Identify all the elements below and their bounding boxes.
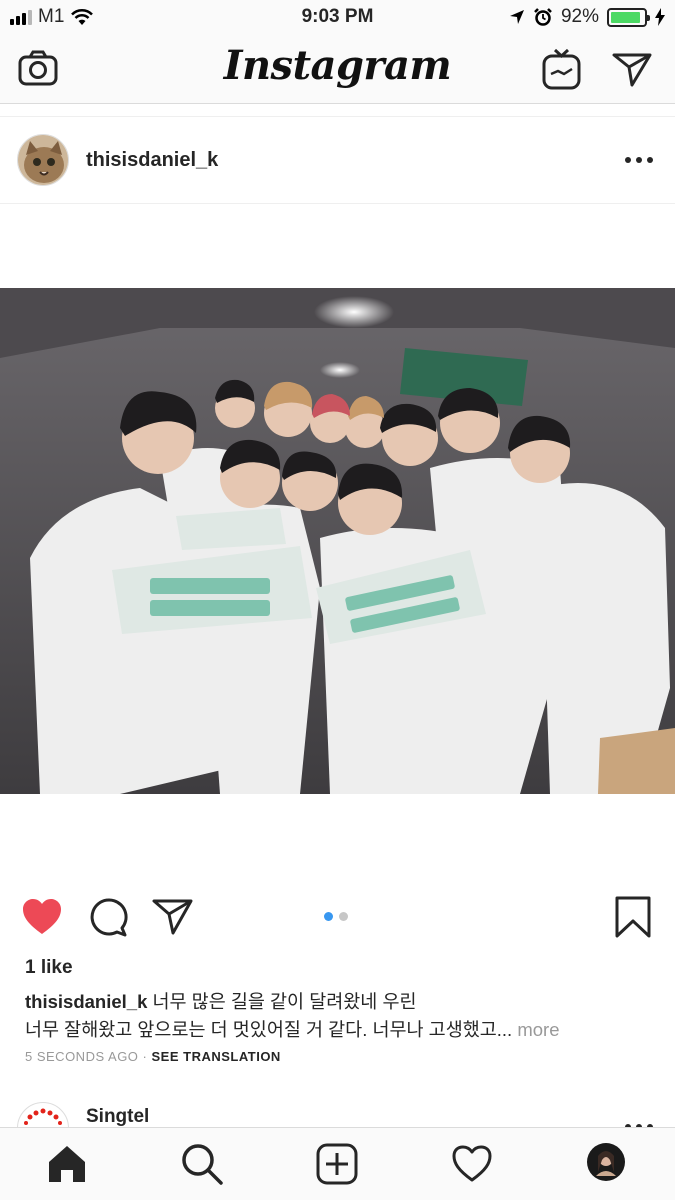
carousel-dot: [339, 912, 348, 921]
user-avatar[interactable]: [17, 134, 69, 186]
post-header: thisisdaniel_k: [0, 116, 675, 204]
caption-text-line2: 너무 잘해왔고 앞으로는 더 멋있어질 거 같다. 너무나 고생했고...: [25, 1019, 513, 1040]
status-right: 92%: [509, 6, 665, 28]
home-icon[interactable]: [45, 1142, 89, 1186]
post-image[interactable]: [0, 288, 675, 794]
meta-separator: ·: [142, 1049, 152, 1064]
alarm-icon: [534, 8, 552, 26]
share-icon[interactable]: [151, 895, 195, 939]
post-actions: [0, 895, 675, 941]
activity-heart-icon[interactable]: [450, 1142, 494, 1186]
direct-message-icon[interactable]: [610, 47, 654, 91]
search-icon[interactable]: [180, 1142, 224, 1186]
see-translation-link[interactable]: SEE TRANSLATION: [152, 1049, 281, 1064]
cat-avatar-icon: [18, 135, 68, 185]
heart-icon[interactable]: [20, 895, 64, 939]
next-post-header: Singtel: [0, 1100, 675, 1127]
next-post-username[interactable]: Singtel: [86, 1106, 149, 1127]
post-timestamp: 5 SECONDS AGO: [25, 1049, 139, 1064]
app-header: Instagram: [0, 34, 675, 104]
bookmark-icon[interactable]: [611, 895, 655, 939]
status-bar: M1 9:03 PM 92%: [0, 0, 675, 34]
add-post-icon[interactable]: [315, 1142, 359, 1186]
igtv-icon[interactable]: [540, 47, 584, 91]
location-arrow-icon: [509, 10, 524, 24]
bottom-tab-bar: [0, 1127, 675, 1200]
post-meta: 5 SECONDS AGO · SEE TRANSLATION: [25, 1049, 281, 1064]
profile-avatar[interactable]: [586, 1142, 630, 1186]
caption-text-line1: 너무 많은 길을 같이 달려왔네 우린: [147, 991, 417, 1012]
caption-username[interactable]: thisisdaniel_k: [25, 991, 147, 1012]
battery-icon: [607, 7, 650, 27]
caption-more-link[interactable]: more: [512, 1019, 559, 1040]
carousel-indicator: [324, 912, 348, 921]
charging-bolt-icon: [655, 8, 665, 26]
like-count[interactable]: 1 like: [25, 957, 73, 979]
singtel-logo-icon: [24, 1108, 62, 1125]
post-caption: thisisdaniel_k 너무 많은 길을 같이 달려왔네 우린 너무 잘해…: [25, 988, 655, 1044]
comment-icon[interactable]: [86, 895, 130, 939]
post-username[interactable]: thisisdaniel_k: [86, 149, 218, 172]
profile-avatar-icon: [587, 1143, 625, 1181]
battery-percent: 92%: [560, 6, 599, 27]
next-post-avatar[interactable]: [17, 1102, 69, 1127]
carousel-dot-active: [324, 912, 333, 921]
more-options-icon[interactable]: [625, 157, 653, 163]
group-photo-image: [0, 288, 675, 794]
